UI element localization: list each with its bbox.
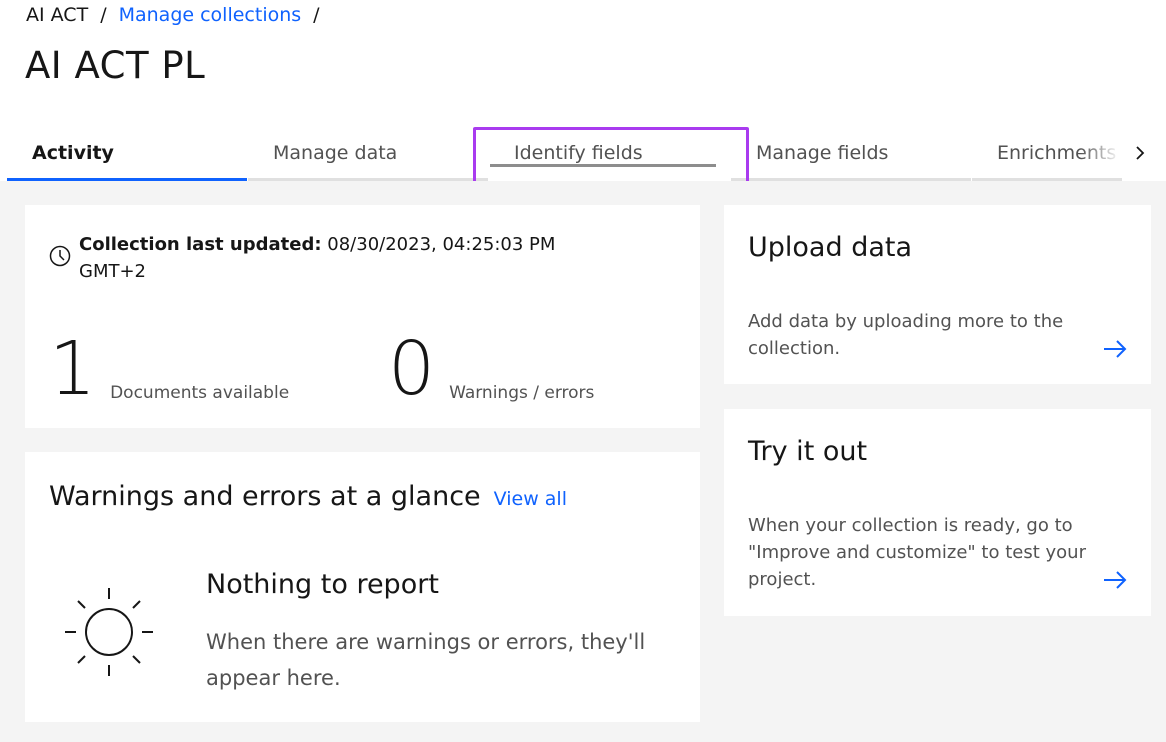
tab-activity[interactable]: Activity <box>7 128 247 181</box>
sun-icon <box>65 588 153 676</box>
tab-enrichments[interactable]: Enrichments <box>972 128 1122 181</box>
breadcrumb-manage-collections[interactable]: Manage collections <box>119 4 302 26</box>
glance-header: Warnings and errors at a glance View all <box>49 481 567 512</box>
tab-label: Enrichments <box>997 142 1117 164</box>
empty-state-title: Nothing to report <box>206 569 439 600</box>
warnings-stat: 0 Warnings / errors <box>388 332 594 406</box>
page-title: AI ACT PL <box>25 44 206 87</box>
breadcrumb-root[interactable]: AI ACT <box>26 4 88 26</box>
documents-label: Documents available <box>110 383 290 403</box>
tab-bar: Activity Manage data Identify fields Man… <box>7 128 1166 181</box>
try-it-out-title: Try it out <box>748 436 868 467</box>
tab-label: Manage fields <box>756 142 889 164</box>
last-updated-label: Collection last updated: <box>79 234 322 255</box>
tab-label: Identify fields <box>514 142 643 164</box>
last-updated-row: Collection last updated: 08/30/2023, 04:… <box>49 231 619 285</box>
tab-label: Manage data <box>273 142 398 164</box>
arrow-right-icon <box>1104 340 1127 358</box>
try-it-out-description: When your collection is ready, go to "Im… <box>748 515 1086 590</box>
try-it-out-tile[interactable]: Try it out When your collection is ready… <box>724 409 1151 616</box>
tab-scroll-right-button[interactable] <box>1120 128 1160 178</box>
last-updated-text: Collection last updated: 08/30/2023, 04:… <box>79 231 619 285</box>
chevron-right-icon <box>1136 146 1145 160</box>
tab-manage-data[interactable]: Manage data <box>248 128 488 181</box>
documents-stat: 1 Documents available <box>49 332 289 406</box>
warnings-glance-card: Warnings and errors at a glance View all… <box>25 452 700 722</box>
clock-icon <box>49 245 71 267</box>
tab-manage-fields[interactable]: Manage fields <box>731 128 971 181</box>
view-all-link[interactable]: View all <box>494 488 567 510</box>
tab-label: Activity <box>32 142 114 164</box>
upload-data-tile[interactable]: Upload data Add data by uploading more t… <box>724 205 1151 384</box>
warnings-label: Warnings / errors <box>449 383 595 403</box>
arrow-right-icon <box>1104 571 1127 589</box>
collection-stats-card: Collection last updated: 08/30/2023, 04:… <box>25 205 700 428</box>
tab-identify-fields[interactable]: Identify fields <box>472 128 734 181</box>
warnings-count: 0 <box>388 326 436 412</box>
breadcrumb-separator: / <box>100 4 107 26</box>
glance-title: Warnings and errors at a glance <box>49 481 481 512</box>
breadcrumb-separator: / <box>313 4 320 26</box>
tab-underline <box>490 164 716 167</box>
breadcrumb: AI ACT / Manage collections / <box>26 4 332 26</box>
empty-state-description: When there are warnings or errors, they'… <box>206 630 646 690</box>
upload-data-description: Add data by uploading more to the collec… <box>748 311 1064 359</box>
upload-data-title: Upload data <box>748 232 913 263</box>
documents-count: 1 <box>49 326 97 412</box>
